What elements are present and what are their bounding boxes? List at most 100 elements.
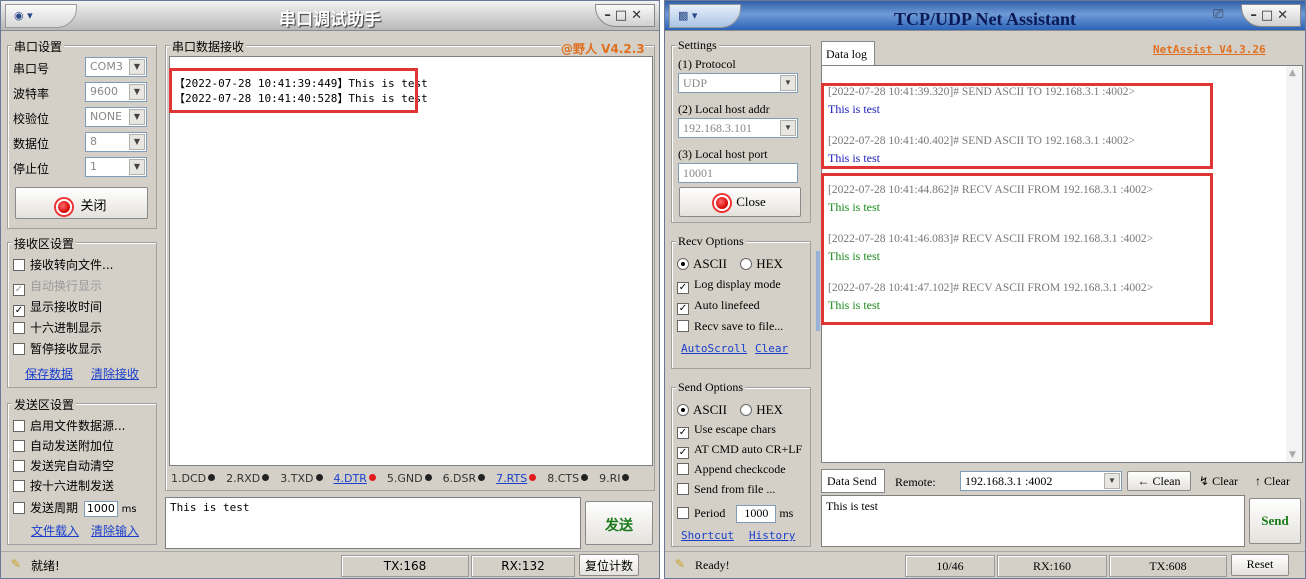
signal-led-icon	[315, 474, 323, 481]
recv-label: 自动换行显示	[30, 279, 103, 293]
send-check-checkbox[interactable]	[677, 463, 689, 475]
signal-indicator: 3.TXD	[280, 472, 324, 485]
group-label: 接收区设置	[12, 235, 77, 252]
send-checkbox[interactable]	[13, 460, 25, 472]
recv-checkbox[interactable]: ✓	[13, 284, 25, 296]
scroll-up-icon[interactable]: ▲	[1289, 68, 1296, 78]
send-check-checkbox[interactable]: ✓	[677, 447, 689, 459]
period-input[interactable]: 1000	[736, 505, 777, 523]
recv-check-option: ✓ Auto linefeed	[677, 298, 760, 316]
send-text-area[interactable]: This is test	[821, 495, 1245, 547]
recv-check-label: Log display mode	[694, 277, 781, 291]
signal-indicator[interactable]: 4.DTR	[334, 472, 378, 485]
recv-checkbox[interactable]: ✓	[13, 305, 25, 317]
tx-count: TX:168	[341, 555, 469, 577]
recv-check-checkbox[interactable]	[677, 320, 689, 332]
close-connection-button[interactable]: Close	[679, 187, 801, 217]
recv-checkbox[interactable]	[13, 322, 25, 334]
chevron-down-icon: ▼	[780, 120, 796, 136]
recv-check-checkbox[interactable]: ✓	[677, 282, 689, 294]
signal-indicator[interactable]: 7.RTS	[496, 472, 538, 485]
signal-indicator: 8.CTS	[547, 472, 590, 485]
history-link[interactable]: History	[749, 529, 795, 542]
remote-select[interactable]: 192.168.3.1 :4002 ▼	[960, 471, 1122, 491]
signal-label: 1.DCD	[171, 472, 207, 485]
window-controls[interactable]: –□✕	[1241, 4, 1301, 27]
protocol-label: (1) Protocol	[678, 57, 736, 71]
local-addr-label: (2) Local host addr	[678, 102, 770, 116]
recv-hex-radio[interactable]	[740, 258, 753, 270]
load-file-link[interactable]: 文件载入	[31, 522, 79, 539]
send-text-area[interactable]: This is test	[165, 497, 581, 549]
window-controls[interactable]: –□✕	[595, 4, 655, 27]
remote-label: Remote:	[895, 475, 936, 489]
send-check-checkbox[interactable]: ✓	[677, 427, 689, 439]
send-check-option: ✓ AT CMD auto CR+LF	[677, 442, 802, 460]
send-check-label: Send from file ...	[694, 482, 776, 496]
pin-icon[interactable]: ⎚	[1213, 7, 1223, 22]
send-period-row: 发送周期 1000 ms	[13, 499, 137, 517]
signal-label: 9.RI	[599, 472, 621, 485]
clear-log-link[interactable]: Clear	[755, 342, 788, 355]
highlight-box	[169, 68, 418, 113]
reset-button[interactable]: Reset	[1231, 554, 1289, 576]
send-button[interactable]: 发送	[585, 501, 653, 545]
chevron-down-icon: ▼	[129, 109, 145, 125]
recv-check-label: Recv save to file...	[694, 319, 784, 333]
send-check-checkbox[interactable]	[677, 483, 689, 495]
tx-count: TX:608	[1109, 555, 1227, 577]
shortcut-link[interactable]: Shortcut	[681, 529, 734, 542]
chevron-down-icon: ▼	[129, 84, 145, 100]
recv-checkbox[interactable]	[13, 259, 25, 271]
serial-title-bar: ◉ ▾ 串口调试助手 ⎚ –□✕	[1, 1, 659, 31]
save-data-link[interactable]: 保存数据	[25, 365, 73, 382]
serial-field-select[interactable]: 1 ▼	[85, 157, 147, 177]
send-period-checkbox[interactable]	[13, 502, 25, 514]
send-period-input[interactable]: 1000	[83, 501, 118, 517]
clear-send-button[interactable]: ↯ Clear	[1199, 474, 1238, 489]
signal-indicator: 9.RI	[599, 472, 631, 485]
serial-field-select[interactable]: COM3 ▼	[85, 57, 147, 77]
serial-field-select[interactable]: NONE ▼	[85, 107, 147, 127]
signal-label: 4.DTR	[333, 472, 367, 485]
recv-ascii-radio[interactable]	[677, 258, 689, 270]
recv-check-checkbox[interactable]: ✓	[677, 303, 689, 315]
field-value: COM3	[90, 60, 123, 73]
panel-splitter[interactable]	[816, 251, 820, 331]
period-checkbox[interactable]	[677, 507, 689, 519]
chevron-down-icon: ▼	[129, 159, 145, 175]
serial-field-select[interactable]: 8 ▼	[85, 132, 147, 152]
send-checkbox[interactable]	[13, 420, 25, 432]
send-option: 自动发送附加位	[13, 437, 114, 455]
local-port-input[interactable]: 10001	[678, 163, 798, 183]
clear-input-link[interactable]: 清除输入	[91, 522, 139, 539]
rx-count: RX:132	[471, 555, 575, 577]
clear-icon: ↯	[1199, 474, 1213, 488]
serial-field-select[interactable]: 9600 ▼	[85, 82, 147, 102]
reset-count-button[interactable]: 复位计数	[579, 554, 639, 576]
tab-data-log[interactable]: Data log	[821, 41, 875, 65]
clean-button[interactable]: ← Clean	[1127, 471, 1191, 491]
field-value: 9600	[90, 85, 118, 98]
clear-recv-button[interactable]: ↑ Clear	[1255, 474, 1290, 489]
scroll-down-icon[interactable]: ▼	[1289, 450, 1296, 460]
close-port-button[interactable]: 关闭	[15, 187, 148, 219]
send-checkbox[interactable]	[13, 480, 25, 492]
send-hex-radio[interactable]	[740, 404, 753, 416]
protocol-select[interactable]: UDP ▼	[678, 73, 798, 93]
send-button[interactable]: Send	[1249, 498, 1301, 544]
log-scrollbar[interactable]: ▲ ▼	[1286, 66, 1302, 462]
signal-label: 3.TXD	[280, 472, 314, 485]
tab-data-send[interactable]: Data Send	[821, 469, 885, 493]
recv-highlight-box	[821, 173, 1213, 325]
local-addr-select[interactable]: 192.168.3.101 ▼	[678, 118, 798, 138]
clear-recv-link[interactable]: 清除接收	[91, 365, 139, 382]
send-ascii-radio[interactable]	[677, 404, 689, 416]
recv-checkbox[interactable]	[13, 343, 25, 355]
recv-text-area[interactable]: 【2022-07-28 10:41:39:449】This is test 【20…	[169, 56, 653, 466]
signal-label: 6.DSR	[442, 472, 477, 485]
connection-status-led-icon	[714, 195, 731, 212]
send-checkbox[interactable]	[13, 440, 25, 452]
signal-led-icon	[208, 474, 216, 481]
autoscroll-link[interactable]: AutoScroll	[681, 342, 747, 355]
